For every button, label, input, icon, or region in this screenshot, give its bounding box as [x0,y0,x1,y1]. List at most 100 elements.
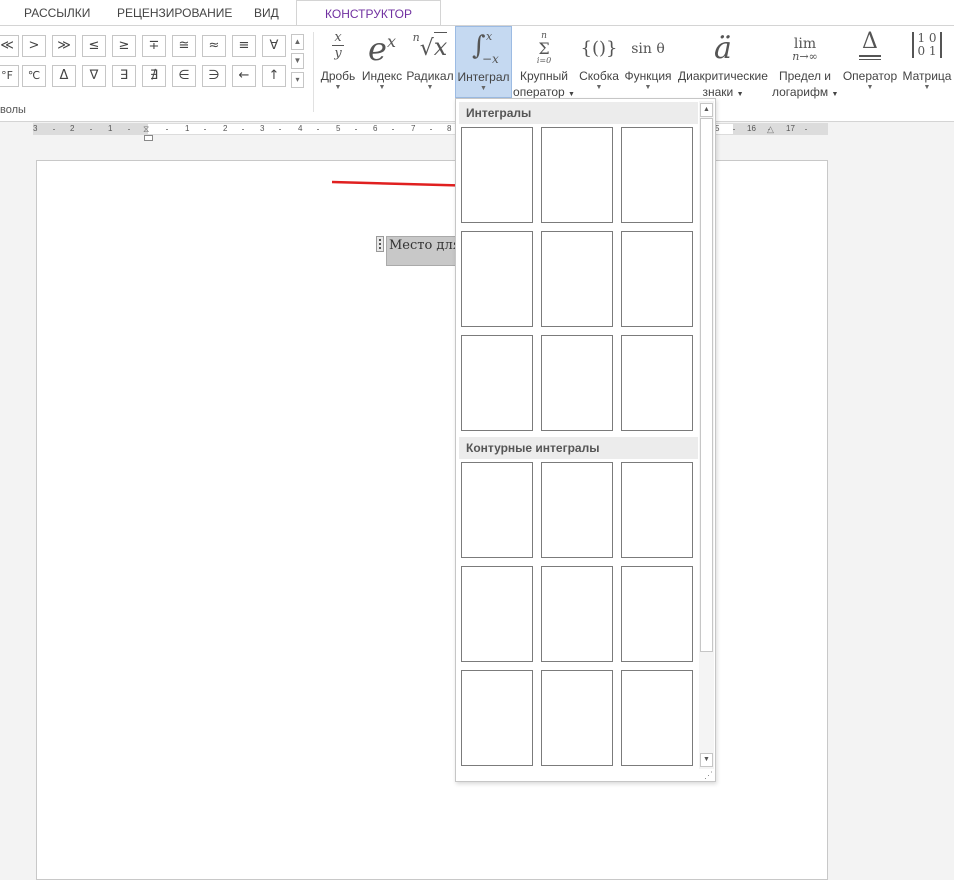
gallery-section-integrals: Интегралы [459,102,698,124]
contour-integral-option[interactable] [541,670,613,766]
radical-button[interactable]: n√x Радикал ▼ [406,26,454,98]
symbol-approx[interactable]: ≈ [202,35,226,57]
ruler-tick [392,129,394,130]
limit-caret-icon: ▼ [831,91,839,98]
ruler-number: 17 [786,124,795,133]
contour-integral-option[interactable] [621,566,693,662]
symbol-delta[interactable]: Δ [52,65,76,87]
equation-placeholder[interactable]: Место для формулы. [386,236,458,266]
ruler-number: 3 [260,124,265,133]
fraction-caret-icon: ▼ [334,84,342,91]
tab-review[interactable]: РЕЦЕНЗИРОВАНИЕ [117,0,232,26]
bracket-label: Скобка [579,69,619,83]
operator-caret-icon: ▼ [866,84,874,91]
contour-integral-option[interactable] [541,462,613,558]
integral-option[interactable] [541,231,613,327]
accent-button[interactable]: ä Диакритические знаки ▼ [676,26,770,99]
radical-icon: n√x [412,31,448,61]
symbol-less-equal[interactable]: ≤ [82,35,106,57]
contour-integral-option[interactable] [461,670,533,766]
contour-integral-option[interactable] [541,566,613,662]
symbol-identical[interactable]: ≡ [232,35,256,57]
symbol-left-arrow[interactable]: ← [232,65,256,87]
tab-design[interactable]: КОНСТРУКТОР [296,0,441,27]
accent-caret-icon: ▼ [736,91,744,98]
symbol-up-arrow[interactable]: ↑ [262,65,286,87]
ruler-number: 6 [373,124,378,133]
integral-caret-icon: ▼ [480,85,487,92]
integral-button[interactable]: ∫ x −x Интеграл ▼ [455,26,512,98]
bracket-caret-icon: ▼ [595,84,603,91]
left-indent-handle[interactable] [144,135,153,141]
symbol-much-less[interactable]: ≪ [0,35,19,57]
ruler-number: 4 [298,124,303,133]
large-operator-icon: n Σ i=0 [536,31,552,65]
fraction-label: Дробь [320,69,356,83]
tab-view[interactable]: ВИД [254,0,279,26]
ruler-number: 1 [108,124,113,133]
ruler-tick [166,129,168,130]
gallery-scroll-down-icon[interactable]: ▼ [700,753,713,767]
symbol-congruent[interactable]: ≅ [172,35,196,57]
symbol-contains[interactable]: ∋ [202,65,226,87]
ruler-number: 1 [185,124,190,133]
ruler-tick [805,129,807,130]
equation-handle-icon[interactable] [376,236,384,252]
symbol-celsius[interactable]: ℃ [22,65,46,87]
fraction-button[interactable]: x y Дробь ▼ [318,26,358,98]
integral-option[interactable] [461,127,533,223]
matrix-label: Матрица [902,69,952,83]
symbols-more-icon[interactable]: ▾ [291,72,304,88]
tab-mailings[interactable]: РАССЫЛКИ [24,0,90,26]
function-button[interactable]: sin θ Функция ▼ [622,26,674,98]
integral-option[interactable] [621,231,693,327]
indent-marker-icon[interactable]: ⧖ [143,123,149,135]
symbol-for-all[interactable]: ∀ [262,35,286,57]
symbol-nabla[interactable]: ∇ [82,65,106,87]
symbols-scroll-up-icon[interactable]: ▲ [291,34,304,50]
gallery-scroll-thumb[interactable] [700,118,713,652]
symbol-element-of[interactable]: ∈ [172,65,196,87]
script-caret-icon: ▼ [378,84,386,91]
right-indent-marker-icon[interactable]: △ [767,123,774,135]
integral-option[interactable] [461,231,533,327]
symbol-greater-equal[interactable]: ≥ [112,35,136,57]
ruler-tick [279,129,281,130]
operator-icon: Δ [840,29,900,69]
integral-option[interactable] [621,335,693,431]
contour-integral-option[interactable] [621,670,693,766]
symbols-scroll-down-icon[interactable]: ▼ [291,53,304,69]
symbol-fahrenheit[interactable]: °F [0,65,19,87]
contour-integral-option[interactable] [461,462,533,558]
integral-option[interactable] [461,335,533,431]
symbol-minus-plus[interactable]: ∓ [142,35,166,57]
operator-label: Оператор [842,69,898,83]
matrix-caret-icon: ▼ [923,84,931,91]
operator-button[interactable]: Δ Оператор ▼ [840,26,900,98]
script-button[interactable]: ex Индекс ▼ [360,26,404,98]
large-operator-caret-icon: ▼ [568,91,575,98]
resize-grip-icon[interactable]: ⋰ [704,770,713,781]
gallery-scrollbar[interactable]: ▲ ▼ [699,101,714,769]
limit-log-button[interactable]: lim n→∞ Предел и логарифм ▼ [772,26,839,99]
function-label: Функция [624,69,672,83]
ruler-number: 8 [447,124,452,133]
integral-option[interactable] [621,127,693,223]
integral-option[interactable] [541,127,613,223]
bracket-button[interactable]: {()} Скобка ▼ [577,26,621,98]
integral-option[interactable] [541,335,613,431]
large-operator-button[interactable]: n Σ i=0 Крупный оператор ▼ [513,26,575,100]
gallery-scroll-up-icon[interactable]: ▲ [700,103,713,117]
limit-icon: lim n→∞ [792,36,818,63]
matrix-button[interactable]: 1 0 0 1 Матрица ▼ [900,26,954,98]
symbol-much-greater[interactable]: ≫ [52,35,76,57]
contour-integral-option[interactable] [621,462,693,558]
symbol-greater[interactable]: > [22,35,46,57]
radical-caret-icon: ▼ [426,84,434,91]
ruler-number: 5 [336,124,341,133]
ruler-tick [355,129,357,130]
symbol-exists[interactable]: ∃ [112,65,136,87]
accent-icon: ä [714,31,732,66]
contour-integral-option[interactable] [461,566,533,662]
symbol-not-exists[interactable]: ∄ [142,65,166,87]
